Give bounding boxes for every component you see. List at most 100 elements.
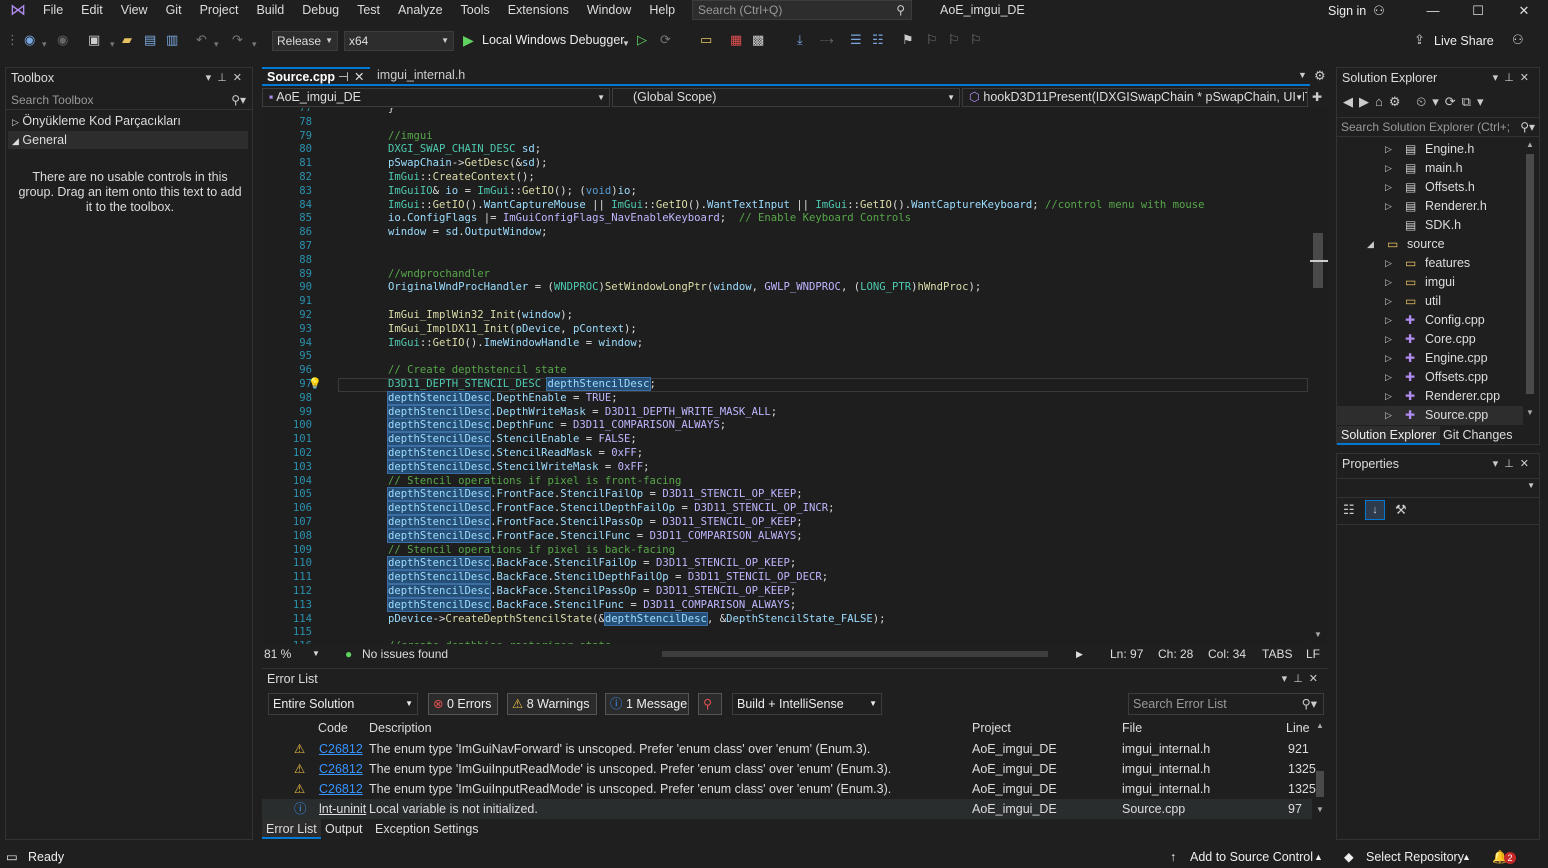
step-over-icon[interactable]: ⤏ <box>820 32 834 48</box>
code-line[interactable]: depthStencilDesc.StencilEnable = FALSE; <box>386 432 637 447</box>
code-line[interactable]: ImGui::GetIO().ImeWindowHandle = window; <box>388 337 643 351</box>
code-line[interactable]: depthStencilDesc.DepthEnable = TRUE; <box>386 390 618 406</box>
expand-icon[interactable]: ▷ <box>1385 330 1392 349</box>
tree-item-offsets-cpp[interactable]: ▷ ✚ Offsets.cpp <box>1337 368 1523 387</box>
comment-icon[interactable]: ☰ <box>850 32 862 48</box>
row-code-link[interactable]: C26812 <box>319 779 363 799</box>
search-box[interactable]: Search (Ctrl+Q) ⚲ <box>692 0 912 20</box>
code-line[interactable]: depthStencilDesc.FrontFace.StencilDepthF… <box>386 501 835 516</box>
code-line[interactable]: ImGui_ImplWin32_Init(window); <box>388 309 573 323</box>
menu-window[interactable]: Window <box>578 0 640 22</box>
redo-icon[interactable]: ↷ <box>232 32 243 48</box>
zoom-level[interactable]: 81 % <box>264 645 291 663</box>
undo-dropdown-icon[interactable]: ▾ <box>214 36 219 52</box>
minimize-button[interactable]: — <box>1418 0 1448 22</box>
code-line[interactable]: depthStencilDesc.BackFace.StencilPassOp … <box>386 584 796 599</box>
code-line[interactable]: pDevice->CreateDepthStencilState(&depthS… <box>388 611 886 627</box>
code-line[interactable]: depthStencilDesc.StencilWriteMask = 0xFF… <box>386 459 650 475</box>
add-source-control-button[interactable]: Add to Source Control <box>1190 846 1313 868</box>
issues-status[interactable]: No issues found <box>362 645 448 663</box>
menu-test[interactable]: Test <box>348 0 389 22</box>
tree-item-main-h[interactable]: ▷ ▤ main.h <box>1337 159 1523 178</box>
code-editor[interactable]: 77 78 79 80 81 82 83 84 85 86 87 88 89 90 91 92 93 94 95 96… <box>262 108 1308 644</box>
scrollbar-thumb[interactable] <box>1526 154 1534 394</box>
menu-help[interactable]: Help <box>640 0 684 22</box>
expand-icon[interactable]: ▷ <box>1385 387 1392 406</box>
code-line[interactable]: ImGuiIO& io = ImGui::GetIO(); (void)io; <box>388 185 637 199</box>
forward-icon[interactable]: ◉ <box>57 32 68 48</box>
warnings-filter-button[interactable]: ⚠ 8 Warnings <box>507 693 597 715</box>
expand-icon[interactable]: ▷ <box>1385 197 1392 216</box>
panel-window-controls-icon[interactable]: ▾⊥✕ <box>206 68 248 88</box>
line-indicator[interactable]: Ln: 97 <box>1110 645 1143 663</box>
scroll-up-icon[interactable]: ▲ <box>1316 721 1324 730</box>
hot-reload-icon[interactable]: ⟳ <box>660 32 671 48</box>
code-line[interactable]: //wndprochandler <box>388 268 490 282</box>
expand-icon[interactable]: ▷ <box>1385 178 1392 197</box>
save-icon[interactable]: ▤ <box>144 32 156 48</box>
panel-window-controls-icon[interactable]: ▾⊥✕ <box>1282 669 1324 689</box>
solution-scrollbar[interactable]: ▲ ▼ <box>1523 140 1537 422</box>
column-code[interactable]: Code <box>318 719 348 737</box>
tab-imgui-internal-h[interactable]: imgui_internal.h <box>372 67 502 86</box>
expand-icon[interactable]: ▷ <box>1385 254 1392 273</box>
expand-icon[interactable]: ▷ <box>1385 159 1392 178</box>
tree-item-features[interactable]: ▷ ▭ features <box>1337 254 1523 273</box>
notifications-badge[interactable]: 2 <box>1504 852 1516 864</box>
step-icon[interactable]: ⤓ <box>797 32 803 48</box>
expand-icon[interactable]: ▷ <box>1385 349 1392 368</box>
sign-in-link[interactable]: Sign in <box>1328 0 1366 22</box>
bookmark-icon[interactable]: ⚑ <box>902 32 914 48</box>
table-row[interactable]: ⚠ C26812 The enum type 'ImGuiNavForward' i… <box>262 739 1312 759</box>
project-scope-dropdown[interactable]: ▪ AoE_imgui_DE ▼ <box>262 88 610 107</box>
tree-item-config-cpp[interactable]: ▷ ✚ Config.cpp <box>1337 311 1523 330</box>
column-indicator[interactable]: Col: 34 <box>1208 645 1246 663</box>
table-row[interactable]: ⚠ C26812 The enum type 'ImGuiInputReadMode… <box>262 779 1316 799</box>
tree-item-source[interactable]: ◢ ▭ source <box>1337 235 1523 254</box>
filter-icon[interactable]: ⚲ <box>698 693 722 715</box>
open-file-icon[interactable]: ▰ <box>122 32 132 48</box>
tab-git-changes[interactable]: Git Changes <box>1443 426 1512 445</box>
back-icon[interactable]: ◉ <box>24 32 35 48</box>
tab-error-list[interactable]: Error List <box>262 819 321 839</box>
menu-tools[interactable]: Tools <box>452 0 499 22</box>
code-line[interactable]: depthStencilDesc.BackFace.StencilDepthFa… <box>386 570 828 585</box>
menu-project[interactable]: Project <box>191 0 248 22</box>
code-line[interactable]: // Create depthstencil state <box>388 364 567 378</box>
window-layout-icon[interactable]: ▩ <box>752 32 764 48</box>
uncomment-icon[interactable]: ☷ <box>872 32 884 48</box>
code-line[interactable]: window = sd.OutputWindow; <box>388 226 548 240</box>
expand-icon[interactable]: ▷ <box>1385 292 1392 311</box>
line-ending[interactable]: LF <box>1306 645 1320 663</box>
save-all-icon[interactable]: ▥ <box>166 32 178 48</box>
tree-item-renderer-cpp[interactable]: ▷ ✚ Renderer.cpp <box>1337 387 1523 406</box>
feedback-icon[interactable]: ⚇ <box>1512 32 1524 48</box>
code-line[interactable]: OriginalWndProcHandler = (WNDPROC)SetWin… <box>388 281 981 295</box>
configuration-dropdown[interactable]: Release ▼ <box>272 31 338 51</box>
code-line[interactable]: depthStencilDesc.DepthWriteMask = D3D11_… <box>386 404 777 420</box>
code-line[interactable]: ImGui_ImplDX11_Init(pDevice, pContext); <box>388 323 637 337</box>
properties-object-dropdown[interactable]: ▼ <box>1337 478 1539 498</box>
code-line[interactable]: depthStencilDesc.FrontFace.StencilFunc =… <box>386 528 803 544</box>
close-icon[interactable]: ✕ <box>354 69 364 86</box>
column-description[interactable]: Description <box>369 719 432 737</box>
row-code-link[interactable]: C26812 <box>319 739 363 759</box>
table-row[interactable]: ⚠ C26812 The enum type 'ImGuiInputReadMode… <box>262 759 1316 779</box>
pin-icon[interactable]: ⊣ <box>338 69 349 86</box>
expand-icon[interactable]: ▷ <box>1385 140 1392 159</box>
scroll-down-icon[interactable]: ▼ <box>1314 630 1322 639</box>
code-line[interactable]: depthStencilDesc.DepthFunc = D3D11_COMPA… <box>386 418 726 433</box>
expand-icon[interactable]: ▷ <box>1385 406 1392 425</box>
live-share-button[interactable]: Live Share <box>1434 33 1494 49</box>
tabs-mode[interactable]: TABS <box>1262 645 1292 663</box>
back-dropdown-icon[interactable]: ▾ <box>42 36 47 52</box>
code-line[interactable]: depthStencilDesc.FrontFace.StencilPassOp… <box>386 515 803 530</box>
expand-icon[interactable]: ▷ <box>1385 311 1392 330</box>
new-project-icon[interactable]: ▣ <box>88 32 100 48</box>
menu-extensions[interactable]: Extensions <box>499 0 578 22</box>
scroll-down-icon[interactable]: ▼ <box>1526 408 1534 417</box>
errors-filter-button[interactable]: ⊗ 0 Errors <box>428 693 498 715</box>
close-window-button[interactable]: ✕ <box>1509 0 1539 22</box>
tab-overflow-icon[interactable]: ▼ <box>1298 67 1307 84</box>
global-scope-dropdown[interactable]: (Global Scope) ▼ <box>612 88 960 107</box>
